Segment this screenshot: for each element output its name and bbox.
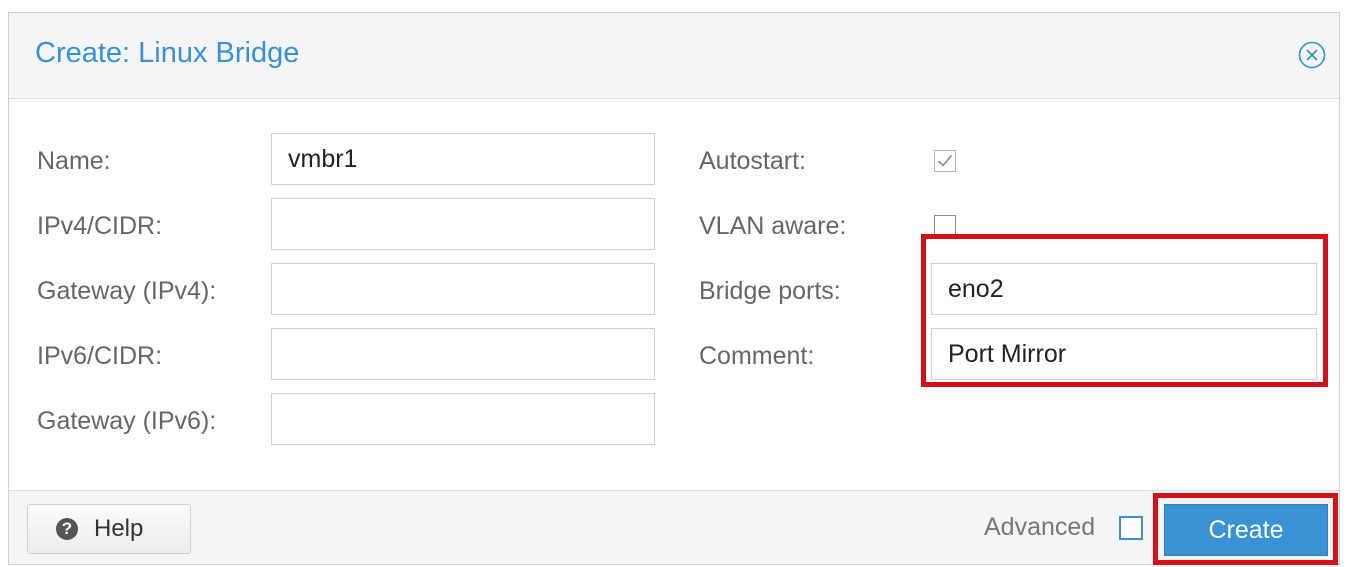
ipv4-cidr-field[interactable] <box>271 198 655 250</box>
help-button[interactable]: ? Help <box>27 504 191 554</box>
checkmark-icon <box>937 154 953 167</box>
dialog-body: Name: vmbr1 IPv4/CIDR: Gateway (IPv4): I… <box>9 99 1339 489</box>
advanced-checkbox[interactable] <box>1119 516 1143 540</box>
autostart-label: Autostart: <box>699 147 806 175</box>
dialog-title-bar[interactable]: Create: Linux Bridge <box>9 13 1339 99</box>
create-linux-bridge-dialog: Create: Linux Bridge Name: vmbr1 IPv4/CI… <box>8 12 1340 565</box>
help-button-label: Help <box>94 515 144 542</box>
ipv4-cidr-label: IPv4/CIDR: <box>37 212 163 240</box>
name-label: Name: <box>37 147 111 175</box>
autostart-checkbox[interactable] <box>934 150 956 172</box>
close-icon[interactable] <box>1297 40 1327 70</box>
gateway-ipv6-field[interactable] <box>271 393 655 445</box>
gateway-ipv6-label: Gateway (IPv6): <box>37 407 217 435</box>
fields-highlight-box <box>921 234 1328 387</box>
dialog-footer: ? Help Advanced Create <box>9 490 1339 565</box>
ipv6-cidr-label: IPv6/CIDR: <box>37 342 163 370</box>
name-field[interactable]: vmbr1 <box>271 133 655 185</box>
gateway-ipv4-label: Gateway (IPv4): <box>37 277 217 305</box>
ipv6-cidr-field[interactable] <box>271 328 655 380</box>
vlan-aware-label: VLAN aware: <box>699 212 847 240</box>
gateway-ipv4-field[interactable] <box>271 263 655 315</box>
comment-label: Comment: <box>699 342 815 370</box>
create-highlight-box <box>1153 493 1338 565</box>
question-circle-icon: ? <box>56 518 78 540</box>
bridge-ports-label: Bridge ports: <box>699 277 841 305</box>
dialog-title: Create: Linux Bridge <box>35 37 300 69</box>
advanced-label: Advanced <box>984 513 1096 541</box>
